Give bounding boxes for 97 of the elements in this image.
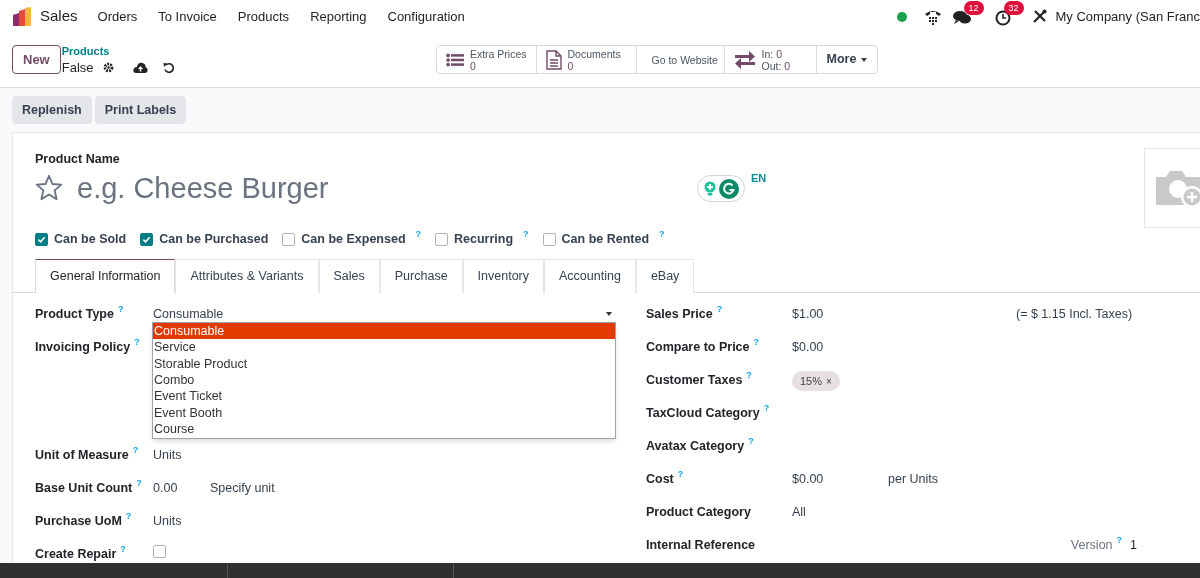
- form-tab[interactable]: eBay: [635, 258, 695, 293]
- form-tab[interactable]: General Information: [35, 258, 176, 293]
- menu-item[interactable]: Configuration: [387, 6, 465, 27]
- checkbox-label[interactable]: Can be Purchased: [159, 230, 269, 249]
- dropdown-option[interactable]: Storable Product: [153, 355, 615, 372]
- app-logo-icon[interactable]: [12, 6, 32, 27]
- dropdown-option[interactable]: Consumable: [153, 322, 615, 340]
- field-label: Avatax Category: [646, 437, 745, 455]
- phone-icon[interactable]: [923, 8, 942, 25]
- field-value: 0.00: [153, 479, 179, 497]
- field-value: $0.00: [792, 338, 825, 356]
- tax-included-note: (= $ 1.15 Incl. Taxes): [1016, 305, 1133, 323]
- stat-label: Extra Prices: [469, 47, 527, 60]
- field-label: Product Type: [35, 305, 114, 323]
- form-tab[interactable]: Attributes & Variants: [175, 258, 319, 293]
- menu-item[interactable]: Orders: [97, 6, 138, 27]
- checkbox[interactable]: [153, 544, 166, 558]
- checkbox[interactable]: [282, 232, 296, 246]
- field-label: Compare to Price: [646, 338, 750, 356]
- tax-tag[interactable]: 15% ×: [792, 370, 840, 392]
- field-label: Version: [1070, 536, 1113, 554]
- field-value: $0.00: [792, 470, 825, 488]
- field-label: Customer Taxes: [646, 371, 743, 389]
- checkbox-label[interactable]: Can be Sold: [54, 230, 127, 249]
- field-label: Internal Reference: [646, 536, 756, 554]
- stat-text: Out: 0: [761, 59, 791, 72]
- stat-value: 0: [567, 59, 575, 72]
- stat-button[interactable]: Go to Website: [636, 46, 725, 73]
- document-icon: [545, 49, 562, 70]
- app-name[interactable]: Sales: [40, 5, 78, 28]
- stat-value: 0: [469, 59, 477, 72]
- form-tab[interactable]: Inventory: [462, 258, 544, 293]
- undo-icon[interactable]: [162, 61, 175, 74]
- dropdown-option[interactable]: Event Booth: [153, 404, 615, 422]
- field-value: All: [792, 503, 807, 521]
- checkbox[interactable]: [35, 232, 48, 246]
- field-label: Sales Price: [646, 305, 713, 323]
- dropdown-option[interactable]: Service: [153, 339, 615, 356]
- field-value: $1.00: [792, 305, 825, 323]
- field-label: TaxCloud Category: [646, 404, 760, 422]
- form-tab[interactable]: Accounting: [544, 258, 636, 293]
- unit-text: per Units: [888, 470, 939, 488]
- checkbox-label[interactable]: Recurring: [454, 230, 514, 249]
- field-label: Purchase UoM: [35, 512, 122, 530]
- field-label: Create Repair: [35, 545, 117, 563]
- menu-item[interactable]: Reporting: [310, 6, 367, 27]
- star-icon[interactable]: [35, 174, 63, 202]
- caret-icon: [606, 312, 612, 317]
- stat-label: Documents: [567, 47, 621, 60]
- stat-text: In: 0: [761, 47, 783, 60]
- form-tab[interactable]: Purchase: [379, 258, 463, 293]
- cloud-upload-icon[interactable]: [132, 62, 148, 74]
- breadcrumb-link[interactable]: Products: [61, 44, 175, 58]
- action-button[interactable]: Replenish: [12, 96, 92, 124]
- checkbox[interactable]: [435, 232, 448, 246]
- refresh-circle-icon: [718, 178, 739, 199]
- field-label: Unit of Measure: [35, 446, 129, 464]
- stat-button[interactable]: In: 0 Out: 0: [724, 46, 817, 73]
- checkbox[interactable]: [140, 232, 154, 246]
- form-tab[interactable]: Sales: [318, 258, 380, 293]
- activity-count-badge: 32: [1003, 0, 1024, 15]
- action-button[interactable]: Print Labels: [94, 96, 187, 124]
- company-name[interactable]: My Company (San Franc: [1055, 6, 1200, 27]
- new-button[interactable]: New: [12, 45, 61, 74]
- more-button[interactable]: More: [816, 46, 878, 73]
- transfer-arrows-icon: [733, 50, 756, 69]
- clock-icon[interactable]: [994, 9, 1011, 26]
- field-value: Units: [153, 446, 183, 464]
- field-label: Product Category: [646, 503, 751, 521]
- dropdown-option[interactable]: Course: [153, 421, 615, 438]
- field-value: Units: [153, 512, 183, 530]
- field-label: Cost: [646, 470, 674, 488]
- unit-text: Specify unit: [210, 479, 275, 497]
- stat-button[interactable]: Documents 0: [536, 46, 637, 73]
- dropdown-option[interactable]: Combo: [153, 371, 615, 389]
- menu-item[interactable]: To Invoice: [158, 6, 217, 27]
- checkbox-label[interactable]: Can be Rented: [561, 230, 650, 249]
- caret-icon: [861, 57, 868, 62]
- field-label: Product Name: [35, 151, 121, 168]
- record-name: False: [61, 59, 94, 77]
- field-label: Base Unit Count: [35, 479, 133, 497]
- list-icon: [445, 51, 464, 68]
- lightbulb-icon: [703, 181, 716, 196]
- select-field[interactable]: Consumable: [153, 304, 616, 324]
- stat-button[interactable]: Extra Prices 0: [436, 46, 537, 73]
- tools-icon[interactable]: [1031, 9, 1047, 24]
- language-tag[interactable]: EN: [751, 170, 767, 187]
- chat-icon[interactable]: [952, 10, 971, 25]
- field-label: Invoicing Policy: [35, 338, 131, 356]
- checkbox[interactable]: [542, 232, 556, 246]
- field-value: 1: [1130, 536, 1137, 554]
- menu-item[interactable]: Products: [237, 6, 290, 27]
- remove-icon[interactable]: ×: [826, 373, 832, 389]
- dropdown-option[interactable]: Event Ticket: [153, 388, 615, 405]
- stat-label: Go to Website: [651, 53, 718, 66]
- chat-count-badge: 12: [963, 0, 984, 15]
- checkbox-label[interactable]: Can be Expensed: [301, 230, 406, 249]
